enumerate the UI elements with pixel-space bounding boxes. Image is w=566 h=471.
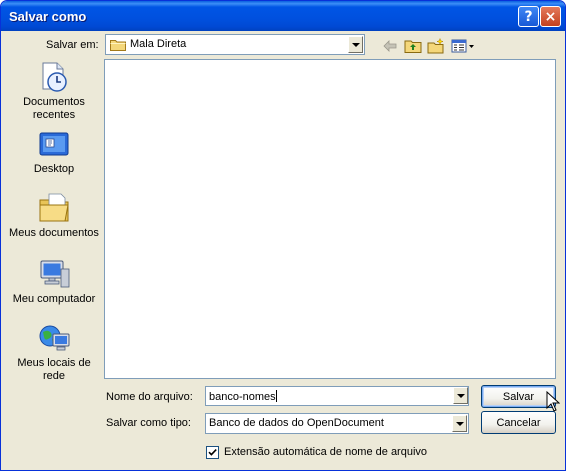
checkmark-icon (208, 449, 217, 456)
help-button[interactable]: ? (518, 6, 539, 27)
cancel-button[interactable]: Cancelar (481, 411, 556, 434)
close-button[interactable]: × (540, 6, 561, 27)
place-network-places[interactable]: Meus locais de rede (8, 321, 100, 383)
save-as-dialog: Salvar como ? × Salvar em: Mala Direta D… (0, 0, 566, 471)
recent-documents-icon (37, 60, 71, 94)
desktop-icon (37, 127, 71, 161)
places-bar: Documentos recentes Desktop Meus documen… (8, 58, 100, 387)
place-recent-documents-label: Documentos recentes (23, 96, 85, 121)
place-desktop[interactable]: Desktop (8, 127, 100, 176)
new-folder-icon[interactable] (427, 37, 445, 54)
text-caret (275, 390, 277, 402)
save-button[interactable]: Salvar (481, 385, 556, 408)
place-my-documents[interactable]: Meus documentos (8, 191, 100, 240)
place-recent-documents[interactable]: Documentos recentes (8, 60, 100, 122)
chevron-down-icon[interactable] (348, 36, 363, 53)
filetype-label: Salvar como tipo: (106, 417, 191, 429)
up-one-level-icon[interactable] (404, 38, 422, 54)
filename-input[interactable]: banco-nomes (205, 386, 469, 406)
place-my-documents-label: Meus documentos (9, 227, 99, 239)
chevron-down-icon[interactable] (452, 415, 467, 432)
filename-value: banco-nomes (209, 391, 276, 403)
my-documents-icon (37, 191, 71, 225)
save-in-dropdown[interactable]: Mala Direta (105, 34, 365, 55)
auto-extension-checkbox[interactable] (206, 446, 219, 459)
save-in-value: Mala Direta (130, 38, 187, 50)
file-list[interactable] (104, 59, 556, 379)
view-menu-icon[interactable] (451, 38, 475, 54)
place-my-computer[interactable]: Meu computador (8, 257, 100, 306)
filetype-value: Banco de dados do OpenDocument (209, 417, 384, 429)
auto-extension-label: Extensão automática de nome de arquivo (224, 446, 428, 458)
mouse-cursor-icon (546, 390, 561, 416)
place-desktop-label: Desktop (33, 163, 75, 175)
chevron-down-icon[interactable] (453, 387, 468, 404)
network-places-icon (37, 321, 71, 355)
folder-icon (110, 39, 126, 54)
place-network-places-label: Meus locais de rede (17, 357, 91, 382)
dialog-title: Salvar como (9, 9, 87, 24)
title-bar[interactable]: Salvar como ? × (1, 1, 565, 31)
my-computer-icon (37, 257, 71, 291)
back-arrow-icon[interactable] (381, 38, 399, 54)
filename-label: Nome do arquivo: (106, 391, 193, 403)
filetype-dropdown[interactable]: Banco de dados do OpenDocument (205, 413, 469, 434)
save-in-label: Salvar em: (46, 39, 99, 51)
place-my-computer-label: Meu computador (12, 293, 96, 305)
